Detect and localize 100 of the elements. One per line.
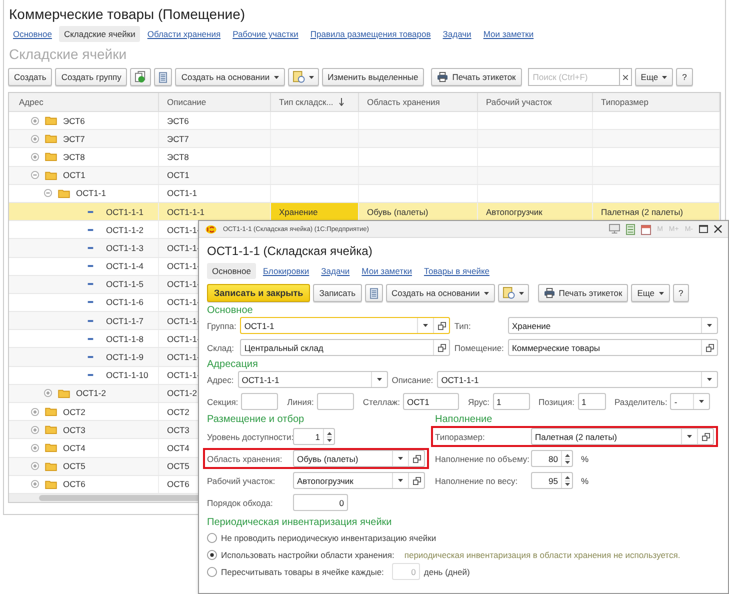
dropdown-field[interactable]: ОСТ1-1-1 — [238, 371, 388, 388]
toolbar-button[interactable]: Создать группу — [55, 68, 128, 86]
expander-icon[interactable] — [31, 171, 39, 180]
table-cell: ОСТ1-1-1 — [167, 206, 205, 217]
tab[interactable]: Задачи — [316, 263, 355, 279]
toolbar-button[interactable]: Записать — [313, 284, 362, 302]
radio-button[interactable] — [207, 532, 217, 542]
tab[interactable]: Рабочие участки — [228, 26, 304, 42]
table-cell: ОСТ1-2 — [167, 388, 197, 398]
tab[interactable]: Задачи — [438, 26, 476, 42]
address-text: ЭСТ7 — [63, 134, 85, 144]
save-and-close-button[interactable]: Записать и закрыть — [207, 284, 310, 302]
input-field[interactable]: 0 — [293, 494, 348, 511]
input-field[interactable]: 1 — [293, 428, 335, 445]
input-field[interactable]: Коммерческие товары — [508, 339, 718, 356]
dropdown-field[interactable]: Обувь (палеты) — [293, 450, 425, 467]
column-header[interactable]: Описание — [159, 93, 271, 111]
print-button[interactable]: Печать этикеток — [431, 68, 522, 86]
dash-icon — [87, 210, 94, 213]
column-header[interactable]: Область хранения — [359, 93, 478, 111]
input-field[interactable] — [241, 393, 278, 410]
search-field[interactable]: Поиск (Ctrl+F) — [528, 68, 620, 86]
column-header[interactable]: Адрес — [9, 93, 159, 111]
column-header[interactable]: Типоразмер — [593, 93, 720, 111]
dropdown-field[interactable]: - — [670, 393, 710, 410]
option-label[interactable]: Пересчитывать товары в ячейке каждые: — [221, 566, 384, 576]
option-label[interactable]: Использовать настройки области хранения: — [221, 550, 394, 560]
input-field[interactable]: 80 — [531, 450, 573, 467]
clear-button[interactable] — [620, 68, 632, 86]
expander-icon[interactable] — [44, 189, 52, 198]
sort-arrow-icon — [339, 98, 344, 106]
menu-button[interactable]: Создать на основании — [175, 68, 285, 86]
dropdown-field[interactable]: Палетная (2 палеты) — [531, 428, 714, 445]
table-cell: ОСТ1-1- — [167, 352, 200, 362]
tab[interactable]: Правила размещения товаров — [305, 26, 436, 42]
input-field[interactable]: 95 — [531, 472, 573, 489]
list-icon — [159, 72, 168, 82]
tab[interactable]: Области хранения — [142, 26, 226, 42]
dash-icon — [87, 356, 94, 358]
report-menu-button[interactable] — [288, 68, 319, 86]
caret-icon — [423, 324, 428, 327]
list-button[interactable] — [364, 284, 383, 302]
input-field[interactable]: Центральный склад — [240, 339, 450, 356]
toolbar-button[interactable]: Изменить выделенные — [322, 68, 424, 86]
report-menu-button[interactable] — [498, 284, 529, 302]
input-field[interactable]: 1 — [492, 393, 530, 410]
expander-icon[interactable] — [31, 444, 39, 452]
expander-icon[interactable] — [31, 426, 39, 434]
expander-icon[interactable] — [31, 462, 39, 470]
input-field[interactable]: ОСТ1 — [402, 393, 459, 410]
copy-button[interactable] — [130, 68, 152, 86]
tab[interactable]: Блокировки — [258, 263, 314, 279]
column-header[interactable]: Рабочий участок — [478, 93, 593, 111]
input-field[interactable]: 1 — [578, 393, 606, 410]
group-title: Адресация — [207, 358, 259, 371]
list-button[interactable] — [154, 68, 172, 86]
maximize-icon[interactable] — [699, 225, 708, 233]
expander-icon[interactable] — [31, 152, 39, 161]
table-row[interactable]: ОСТ1 ОСТ1 — [9, 166, 720, 185]
table-cell: ОСТ4 — [167, 442, 190, 453]
monitor-icon[interactable] — [609, 224, 620, 234]
calendar-icon[interactable] — [641, 224, 652, 234]
tab[interactable]: Основное — [8, 26, 57, 42]
expander-icon[interactable] — [31, 408, 39, 416]
expander-icon[interactable] — [31, 134, 39, 143]
input-field[interactable] — [316, 393, 354, 410]
spin-icon — [326, 430, 332, 442]
address-text: ОСТ1-1 — [76, 188, 106, 198]
table-row[interactable]: ЭСТ7 ЭСТ7 — [9, 130, 720, 148]
menu-button[interactable]: Еще — [631, 284, 670, 302]
tab[interactable]: Мои заметки — [478, 26, 539, 42]
expander-icon[interactable] — [31, 116, 39, 125]
radio-button[interactable] — [207, 550, 217, 560]
menu-button[interactable]: Еще — [634, 68, 674, 86]
spin-icon — [564, 452, 570, 464]
toolbar-button[interactable]: ? — [676, 68, 693, 86]
expander-icon[interactable] — [44, 389, 52, 398]
open-icon — [412, 476, 420, 484]
tab[interactable]: Товары в ячейке — [418, 263, 494, 279]
close-icon[interactable] — [714, 225, 722, 233]
tab[interactable]: Складские ячейки — [58, 26, 140, 42]
calculator-icon[interactable] — [626, 224, 636, 234]
dash-icon — [87, 265, 94, 268]
dropdown-field[interactable]: ОСТ1-1-1 — [437, 371, 718, 388]
dropdown-field[interactable]: Хранение — [508, 317, 718, 334]
menu-button[interactable]: Создать на основании — [386, 284, 495, 302]
toolbar-button[interactable]: Создать — [8, 68, 52, 86]
field-label: Стеллаж: — [362, 396, 400, 406]
tab[interactable]: Основное — [207, 263, 256, 279]
expander-icon[interactable] — [31, 480, 39, 488]
report-icon — [292, 71, 305, 83]
dropdown-field[interactable]: ОСТ1-1 — [240, 317, 450, 334]
radio-button[interactable] — [207, 566, 217, 576]
column-header[interactable]: Тип складск... — [271, 93, 359, 111]
toolbar-button[interactable]: ? — [672, 284, 690, 302]
dropdown-field[interactable]: Автопогрузчик — [293, 472, 425, 489]
table-row[interactable]: ОСТ1-1-1 ОСТ1-1-1 Хранение Обувь (палеты) Автопогрузчик Палетная (2 палеты) — [9, 202, 720, 222]
print-button[interactable]: Печать этикеток — [538, 284, 628, 302]
tab[interactable]: Мои заметки — [356, 263, 417, 279]
option-label[interactable]: Не проводить периодическую инвентаризацию ячейки — [221, 532, 436, 542]
